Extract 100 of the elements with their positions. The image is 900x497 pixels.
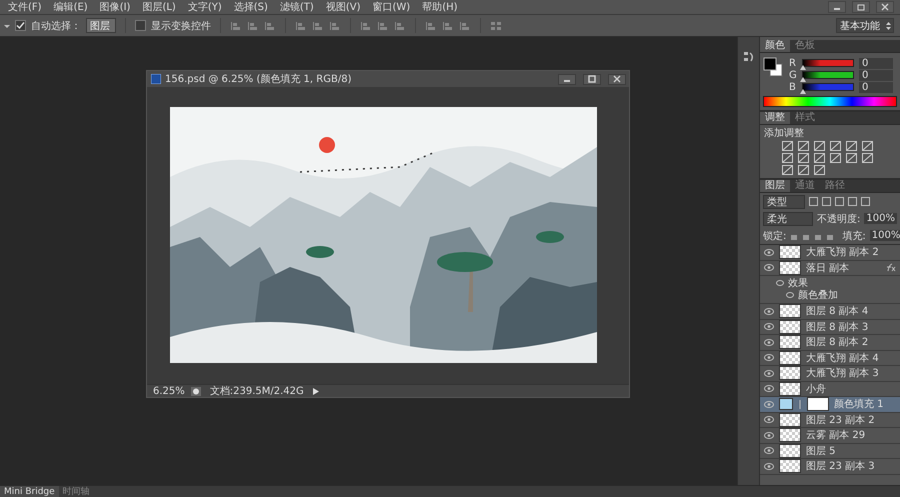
opacity-field[interactable]: 100% bbox=[864, 213, 897, 224]
minimize-button[interactable] bbox=[558, 74, 576, 84]
layer-thumbnail bbox=[779, 444, 801, 458]
layer-row[interactable]: 大雁飞翔 副本 2 bbox=[760, 245, 900, 260]
adjustment-icon[interactable] bbox=[798, 141, 809, 151]
color-slider[interactable] bbox=[802, 83, 854, 91]
channel-value-field[interactable]: 0 bbox=[859, 58, 893, 68]
channel-value-field[interactable]: 0 bbox=[859, 82, 893, 92]
checkbox[interactable] bbox=[135, 20, 146, 31]
layer-row[interactable]: 图层 5 bbox=[760, 444, 900, 459]
align-icon[interactable] bbox=[377, 20, 389, 30]
align-icon[interactable] bbox=[442, 20, 454, 30]
align-icon[interactable] bbox=[264, 20, 276, 30]
adjustment-icon[interactable] bbox=[814, 165, 825, 175]
panel-tab[interactable]: 通道 bbox=[790, 180, 820, 192]
color-slider[interactable] bbox=[802, 71, 854, 79]
align-icon[interactable] bbox=[329, 20, 341, 30]
maximize-button[interactable] bbox=[583, 74, 601, 84]
layer-row[interactable]: 图层 23 副本 2 bbox=[760, 412, 900, 428]
adjustment-icon[interactable] bbox=[782, 141, 793, 151]
channel-value-field[interactable]: 0 bbox=[859, 70, 893, 80]
visibility-icon[interactable] bbox=[764, 354, 774, 362]
layer-row[interactable]: 大雁飞翔 副本 4 bbox=[760, 350, 900, 366]
visibility-icon[interactable] bbox=[764, 400, 774, 408]
menu-item[interactable]: 视图(V) bbox=[320, 0, 366, 14]
layer-row[interactable]: 云雾 副本 29 bbox=[760, 428, 900, 444]
layer-row[interactable]: 图层 8 副本 2 bbox=[760, 335, 900, 350]
filter-dropdown[interactable]: 类型 bbox=[763, 194, 805, 208]
layer-row[interactable]: 图层 23 副本 3 bbox=[760, 459, 900, 474]
preview-icon[interactable] bbox=[190, 386, 201, 396]
fill-field[interactable]: 100% bbox=[870, 230, 900, 241]
adjustment-icon[interactable] bbox=[798, 153, 809, 163]
panel-tab[interactable]: 样式 bbox=[790, 112, 820, 124]
panel-tab[interactable]: Mini Bridge bbox=[0, 486, 59, 497]
menu-item[interactable]: 滤镜(T) bbox=[274, 0, 320, 14]
panel-tab[interactable]: 时间轴 bbox=[58, 486, 94, 497]
adjustment-icon[interactable] bbox=[798, 165, 809, 175]
visibility-icon[interactable] bbox=[764, 370, 774, 377]
distribute-icon[interactable] bbox=[490, 20, 502, 30]
close-icon bbox=[612, 75, 622, 83]
lock-label: 锁定: bbox=[763, 230, 786, 242]
align-icon[interactable] bbox=[295, 20, 307, 30]
color-swatch-icon[interactable] bbox=[763, 57, 783, 77]
visibility-icon[interactable] bbox=[764, 338, 774, 346]
color-slider[interactable] bbox=[802, 59, 854, 67]
align-icon[interactable] bbox=[425, 20, 437, 30]
close-button[interactable] bbox=[608, 74, 626, 84]
adjustment-icon[interactable] bbox=[846, 141, 857, 151]
visibility-icon[interactable] bbox=[764, 416, 774, 424]
menu-item[interactable]: 图层(L) bbox=[136, 0, 182, 14]
menu-item[interactable]: 帮助(H) bbox=[416, 0, 464, 14]
adjustment-icon[interactable] bbox=[782, 165, 793, 175]
adjustment-icon[interactable] bbox=[830, 141, 841, 151]
adjustment-icon[interactable] bbox=[862, 141, 873, 151]
color-spectrum[interactable] bbox=[763, 96, 897, 107]
menu-item[interactable]: 文字(Y) bbox=[182, 0, 228, 14]
close-button[interactable] bbox=[876, 1, 894, 13]
panel-tab[interactable]: 色板 bbox=[790, 40, 820, 52]
visibility-icon[interactable] bbox=[764, 248, 774, 256]
panel-tab[interactable]: 颜色 bbox=[760, 40, 790, 52]
align-icon[interactable] bbox=[247, 20, 259, 30]
visibility-icon[interactable] bbox=[764, 323, 774, 330]
panel-tab[interactable]: 路径 bbox=[820, 180, 850, 192]
layer-row[interactable]: 大雁飞翔 副本 3 bbox=[760, 366, 900, 382]
layer-row[interactable]: 落日 副本 bbox=[760, 260, 900, 276]
visibility-icon[interactable] bbox=[764, 264, 774, 272]
minimize-button[interactable] bbox=[828, 1, 846, 13]
restore-button[interactable] bbox=[852, 1, 870, 13]
align-icon[interactable] bbox=[394, 20, 406, 30]
menu-item[interactable]: 文件(F) bbox=[2, 0, 48, 14]
menu-item[interactable]: 图像(I) bbox=[94, 0, 136, 14]
workspace-dropdown[interactable]: 基本功能 bbox=[836, 18, 894, 33]
layer-row[interactable]: 颜色填充 1 bbox=[760, 397, 900, 412]
adjustment-icon[interactable] bbox=[846, 153, 857, 163]
adjustment-icon[interactable] bbox=[782, 153, 793, 163]
panel-tab[interactable]: 图层 bbox=[760, 180, 790, 192]
menu-item[interactable]: 编辑(E) bbox=[48, 0, 94, 14]
align-icon[interactable] bbox=[360, 20, 372, 30]
adjustment-icon[interactable] bbox=[814, 153, 825, 163]
visibility-icon[interactable] bbox=[764, 432, 774, 439]
history-icon[interactable] bbox=[743, 51, 755, 63]
adjustment-icon[interactable] bbox=[814, 141, 825, 151]
align-icon[interactable] bbox=[459, 20, 471, 30]
visibility-icon[interactable] bbox=[764, 385, 774, 392]
adjustment-icon[interactable] bbox=[830, 153, 841, 163]
menu-item[interactable]: 窗口(W) bbox=[366, 0, 416, 14]
blend-mode-dropdown[interactable]: 柔光 bbox=[763, 212, 814, 226]
visibility-icon[interactable] bbox=[764, 308, 774, 315]
align-icon[interactable] bbox=[230, 20, 242, 30]
align-icon[interactable] bbox=[312, 20, 324, 30]
adjustment-icon[interactable] bbox=[862, 153, 873, 163]
layer-row[interactable]: 图层 8 副本 4 bbox=[760, 304, 900, 320]
checkbox[interactable] bbox=[15, 20, 26, 31]
panel-tab[interactable]: 调整 bbox=[760, 112, 790, 124]
visibility-icon[interactable] bbox=[764, 447, 774, 454]
play-icon[interactable] bbox=[312, 388, 319, 394]
layer-row[interactable]: 图层 8 副本 3 bbox=[760, 320, 900, 335]
dropdown[interactable]: 图层 bbox=[86, 18, 116, 33]
menu-item[interactable]: 选择(S) bbox=[228, 0, 274, 14]
visibility-icon[interactable] bbox=[764, 462, 774, 470]
